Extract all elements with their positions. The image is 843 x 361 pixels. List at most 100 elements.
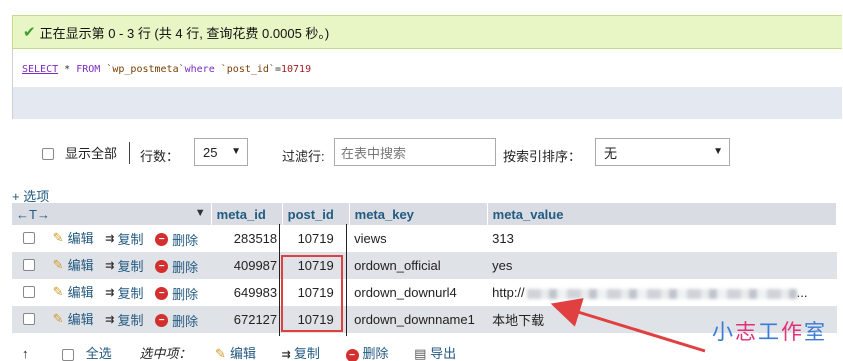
row-checkbox[interactable] [23,259,35,272]
sort-label: 按索引排序： [503,149,582,164]
cell-meta-key[interactable]: views [349,225,488,252]
selected-label: 选中项： [139,346,192,361]
row-actions: ✎ 编辑 ⇉ 复制 − 删除 [12,306,212,333]
table-row: ✎ 编辑 ⇉ 复制 − 删除 283518 10719 views 313 [12,225,837,252]
filter-placeholder: 在表中搜索 [341,145,407,161]
post-id-column-border-left [279,224,280,336]
sort-select[interactable]: 无 ▼ [595,138,730,166]
sort-arrow-icon[interactable]: ▼ [195,207,206,219]
delete-icon: − [155,313,169,327]
sql-column: `post_id` [220,64,275,75]
rows-select[interactable]: 25 ▼ [194,138,248,166]
cell-meta-id[interactable]: 649983 [211,279,283,306]
copy-icon: ⇉ [105,313,115,326]
copy-icon: ⇉ [281,349,291,361]
query-options-bar [12,87,842,119]
sql-table: `wp_postmeta` [106,64,185,75]
watermark: 小志工作室 [712,320,827,344]
sort-value: 无 [604,145,618,161]
copy-button[interactable]: ⇉ 复制 [105,283,143,302]
pencil-icon: ✎ [52,283,64,299]
bulk-delete-button[interactable]: − 删除 [345,346,389,361]
row-checkbox[interactable] [23,232,35,245]
cell-meta-value[interactable]: yes [487,252,837,279]
cell-meta-value[interactable]: 313 [487,225,837,252]
sql-query: SELECT * FROM `wp_postmeta`where `post_i… [12,49,842,87]
row-actions: ✎ 编辑 ⇉ 复制 − 删除 [12,225,212,252]
cell-post-id[interactable]: 10719 [282,279,350,306]
show-all-checkbox[interactable] [42,145,54,160]
post-id-column-border-right [346,224,347,336]
bulk-export-button[interactable]: ▤ 导出 [414,346,456,361]
rows-value: 25 [203,144,218,160]
cell-post-id[interactable]: 10719 [282,306,350,333]
url-ellipsis: ... [796,285,808,300]
export-icon: ▤ [414,346,427,361]
copy-icon: ⇉ [105,232,115,245]
filter-label: 过滤行: [282,149,325,164]
filter-input[interactable]: 在表中搜索 [334,138,496,166]
row-checkbox[interactable] [23,313,35,326]
row-actions: ✎ 编辑 ⇉ 复制 − 删除 [12,279,212,306]
cell-meta-key[interactable]: ordown_downurl4 [349,279,488,306]
table-controls: 显示全部 行数： 25 ▼ 过滤行: 在表中搜索 按索引排序： 无 ▼ [12,128,842,178]
cell-meta-key[interactable]: ordown_downname1 [349,306,488,333]
pencil-icon: ✎ [52,229,64,245]
edit-button[interactable]: ✎ 编辑 [53,255,94,274]
bulk-copy-button[interactable]: ⇉ 复制 [282,346,320,361]
bulk-edit-button[interactable]: ✎ 编辑 [215,346,256,361]
copy-button[interactable]: ⇉ 复制 [105,256,143,275]
pencil-icon: ✎ [52,310,64,326]
pencil-icon: ✎ [215,346,226,361]
column-nav-arrows[interactable]: ←T→ [16,207,50,222]
sql-value: 10719 [280,64,312,75]
edit-button[interactable]: ✎ 编辑 [53,309,94,328]
copy-button[interactable]: ⇉ 复制 [105,229,143,248]
header-meta-key[interactable]: meta_key [349,203,488,225]
row-checkbox[interactable] [23,286,35,299]
cell-meta-key[interactable]: ordown_official [349,252,488,279]
cell-post-id[interactable]: 10719 [282,225,350,252]
copy-button[interactable]: ⇉ 复制 [105,310,143,329]
table-row: ✎ 编辑 ⇉ 复制 − 删除 409987 10719 ordown_official… [12,252,837,279]
select-all-checkbox[interactable] [62,348,75,361]
cell-post-id[interactable]: 10719 [282,252,350,279]
delete-icon: − [155,232,169,246]
sql-star: * [64,64,71,75]
sql-where: where [184,64,215,75]
cell-meta-id[interactable]: 283518 [211,225,283,252]
url-prefix: http:// [492,285,525,300]
delete-button[interactable]: − 删除 [155,284,198,303]
delete-button[interactable]: − 删除 [155,257,198,276]
delete-icon: − [345,349,359,361]
sql-select[interactable]: SELECT [22,64,58,75]
header-meta-value[interactable]: meta_value [487,203,838,225]
copy-icon: ⇉ [105,259,115,272]
sql-from: FROM [76,64,101,75]
up-arrow-icon: ↑ [22,346,29,361]
delete-icon: − [155,259,169,273]
bulk-actions-bar: ↑ 全选 选中项： ✎ 编辑 ⇉ 复制 − 删除 ▤ 导出 [12,343,842,361]
status-text: 正在显示第 0 - 3 行 (共 4 行, 查询花费 0.0005 秒。) [39,25,330,41]
delete-button[interactable]: − 删除 [155,230,198,249]
dropdown-arrow-icon: ▼ [231,146,241,157]
row-actions: ✎ 编辑 ⇉ 复制 − 删除 [12,252,212,279]
header-post-id[interactable]: post_id [282,203,350,225]
success-message: ✔ 正在显示第 0 - 3 行 (共 4 行, 查询花费 0.0005 秒。) [12,15,842,49]
cell-meta-id[interactable]: 409987 [211,252,283,279]
select-all-label[interactable]: 全选 [86,346,112,361]
rows-label: 行数： [140,149,180,164]
check-icon: ✔ [23,24,36,41]
divider [129,142,130,164]
pencil-icon: ✎ [52,256,64,272]
edit-button[interactable]: ✎ 编辑 [53,282,94,301]
delete-icon: − [155,286,169,300]
dropdown-arrow-icon: ▼ [713,146,723,157]
cell-meta-id[interactable]: 672127 [211,306,283,333]
edit-button[interactable]: ✎ 编辑 [53,228,94,247]
header-meta-id[interactable]: meta_id [211,203,283,225]
nav-header: ←T→ ▼ [12,203,212,225]
delete-button[interactable]: − 删除 [155,311,198,330]
copy-icon: ⇉ [105,286,115,299]
show-all-label: 显示全部 [65,146,118,161]
